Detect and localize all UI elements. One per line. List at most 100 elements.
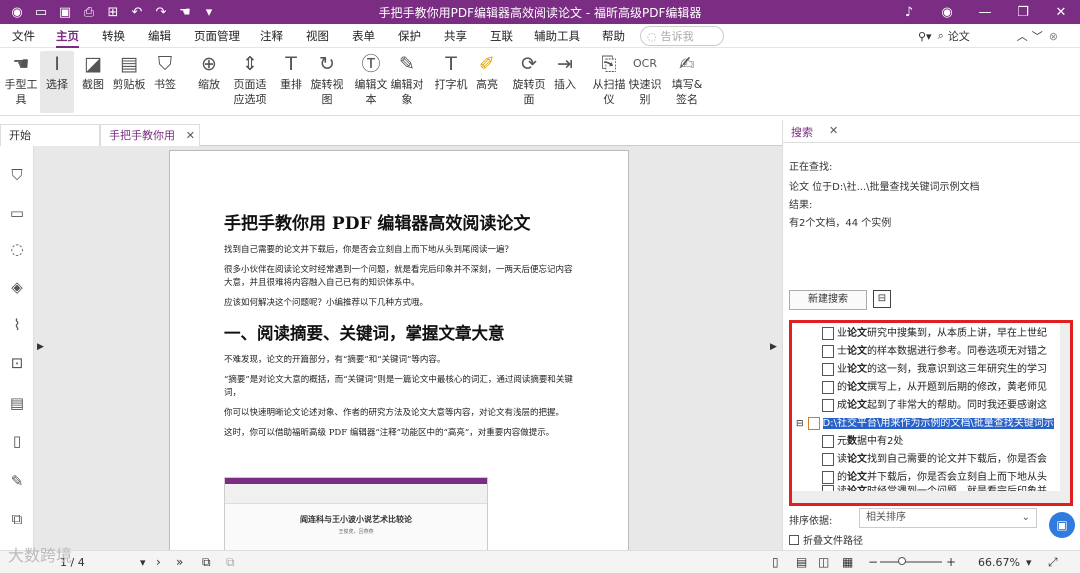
bookmark-panel-icon[interactable]: ⛉ [8,166,26,184]
result-row[interactable]: 的论文撰写上，从开题到后期的修改，黄老师见 [822,379,1047,397]
security-panel-icon[interactable]: ⊡ [8,354,26,372]
result-row[interactable]: 读论文找到自己需要的论文并下载后，你是否会 [822,451,1047,469]
bell-icon[interactable]: ♪ [890,0,928,24]
close-search-icon[interactable]: ✕ [829,124,838,137]
continuous-page-icon[interactable]: ▤ [796,555,807,569]
screenshot-button[interactable]: ◪ 截图 [76,51,110,113]
hand-tool-icon[interactable]: ☚ [174,2,196,22]
save-icon[interactable]: ▣ [54,2,76,22]
typewriter-button[interactable]: T 打字机 [434,51,468,113]
bookmark-button[interactable]: ⛉ 书签 [148,51,182,113]
menu-edit[interactable]: 编辑 [148,24,171,48]
menu-convert[interactable]: 转换 [102,24,125,48]
new-search-button[interactable]: 新建搜索 [789,290,867,310]
facing-page-icon[interactable]: ◫ [818,555,829,569]
copy-page-icon[interactable]: ⧉ [202,555,211,570]
result-row[interactable]: 士论文的样本数据进行参考。同卷选项无对错之 [822,343,1047,361]
save-results-icon[interactable]: ⊟ [873,290,891,308]
result-file-row[interactable]: ⊟ D:\社交平台\用来作为示例的文档\批量查找关键词示 [796,415,1054,433]
expand-left-icon[interactable]: ▶ [37,342,44,352]
find-next-icon[interactable]: ﹀ [1032,28,1043,44]
menu-help[interactable]: 帮助 [602,24,625,48]
highlight-button[interactable]: ✐ 高亮 [470,51,504,113]
close-tab-icon[interactable]: ✕ [186,125,195,147]
zoom-out-icon[interactable]: − [868,555,878,569]
close-button[interactable]: ✕ [1042,0,1080,24]
page-dropdown-icon[interactable]: ▾ [140,556,146,569]
find-box[interactable]: ⚲▾ ⌕ 论文 ︿ ﹀ ⊗ [918,27,1058,45]
zoom-slider-thumb[interactable] [898,557,906,565]
document-view[interactable]: 手把手教你用 PDF 编辑器高效阅读论文 找到自己需要的论文并下载后，你是否会立… [34,146,782,550]
single-page-icon[interactable]: ▯ [772,555,779,569]
last-page-icon[interactable]: » [176,555,183,569]
new-doc-icon[interactable]: ⊞ [102,2,124,22]
hand-tool-button[interactable]: ☚ 手型工具 [4,51,38,113]
content-panel-icon[interactable]: ⧉ [8,510,26,528]
clipboard-button[interactable]: ▤ 剪贴板 [112,51,146,113]
result-row[interactable]: 成论文起到了非常大的帮助。同时我还要感谢这 [822,397,1047,415]
attachment-panel-icon[interactable]: ⌇ [8,316,26,334]
collapse-paths-option[interactable]: 折叠文件路径 [789,532,863,547]
menu-share[interactable]: 共享 [444,24,467,48]
edit-text-button[interactable]: Ⓣ 编辑文本 [354,51,388,113]
reflow-button[interactable]: T 重排 [274,51,308,113]
tab-search[interactable]: 搜索 [791,124,813,140]
tell-me-search[interactable]: ◌ 告诉我 [640,26,724,46]
redo-icon[interactable]: ↷ [150,2,172,22]
search-results-list[interactable]: 业论文研究中搜集到，从本质上讲，早在上世纪 士论文的样本数据进行参考。同卷选项无… [789,320,1073,506]
next-page-icon[interactable]: › [156,555,161,569]
sort-select[interactable]: 相关排序 ⌄ [859,508,1037,528]
find-prev-icon[interactable]: ︿ [1017,28,1028,44]
signature-panel-icon[interactable]: ▤ [8,394,26,412]
menu-file[interactable]: 文件 [12,24,35,48]
menu-form[interactable]: 表单 [352,24,375,48]
collapse-checkbox[interactable] [789,534,799,545]
minimize-button[interactable]: — [966,0,1004,24]
page-view-icon[interactable]: ⧉ [226,555,235,570]
scan-button[interactable]: ⎘ 从扫描仪 [592,51,626,113]
comment-panel-icon[interactable]: ◌ [8,240,26,258]
fill-sign-button[interactable]: ✍ 填写&签名 [670,51,704,113]
fullscreen-icon[interactable]: ⤢ [1048,555,1058,570]
chat-bot-icon[interactable]: ▣ [1049,512,1075,538]
find-clear-icon[interactable]: ⊗ [1049,30,1058,43]
pages-panel-icon[interactable]: ▭ [8,204,26,222]
zoom-slider[interactable] [880,557,942,565]
insert-button[interactable]: ⇥ 插入 [548,51,582,113]
find-input[interactable]: 论文 [948,28,1017,44]
results-hscrollbar[interactable] [792,491,1070,503]
results-vscrollbar[interactable] [1060,323,1070,495]
result-row[interactable]: 元数据中有2处 [822,433,903,451]
restore-button[interactable]: ❐ [1004,0,1042,24]
menu-connect[interactable]: 互联 [490,24,513,48]
rotate-view-button[interactable]: ↻ 旋转视图 [310,51,344,113]
menu-protect[interactable]: 保护 [398,24,421,48]
zoom-level[interactable]: 66.67% [978,556,1020,569]
layers-panel-icon[interactable]: ◈ [8,278,26,296]
open-folder-icon[interactable]: ▭ [30,2,52,22]
print-icon[interactable]: ⎙ [78,2,100,22]
menu-page-manage[interactable]: 页面管理 [194,24,240,48]
tab-document[interactable]: 手把手教你用PDF...✕ [100,124,200,164]
select-button[interactable]: Ⅰ 选择 [40,51,74,113]
tag-panel-icon[interactable]: ✎ [8,472,26,490]
expand-right-icon[interactable]: ▶ [770,342,777,352]
edit-object-button[interactable]: ✎ 编辑对象 [390,51,424,113]
undo-icon[interactable]: ↶ [126,2,148,22]
user-icon[interactable]: ◉ [928,0,966,24]
zoom-in-icon[interactable]: + [946,555,956,569]
zoom-button[interactable]: ⊕ 缩放 [192,51,226,113]
zoom-dropdown-icon[interactable]: ▾ [1026,556,1032,569]
menu-accessibility[interactable]: 辅助工具 [534,24,580,48]
rotate-page-button[interactable]: ⟳ 旋转页面 [512,51,546,113]
find-options-icon[interactable]: ⚲▾ [918,30,932,43]
document-properties-icon[interactable]: ▯ [8,432,26,450]
menu-view[interactable]: 视图 [306,24,329,48]
dropdown-icon[interactable]: ▾ [198,2,220,22]
result-row[interactable]: 业论文的这一刻，我意识到这三年研究生的学习 [822,361,1047,379]
result-row[interactable]: 业论文研究中搜集到，从本质上讲，早在上世纪 [822,325,1047,343]
page-fit-button[interactable]: ⇕ 页面适应选项 [230,51,270,113]
facing-continuous-icon[interactable]: ▦ [842,555,853,569]
ocr-button[interactable]: OCR 快速识别 [628,51,662,113]
tab-start[interactable]: 开始 [0,124,100,146]
